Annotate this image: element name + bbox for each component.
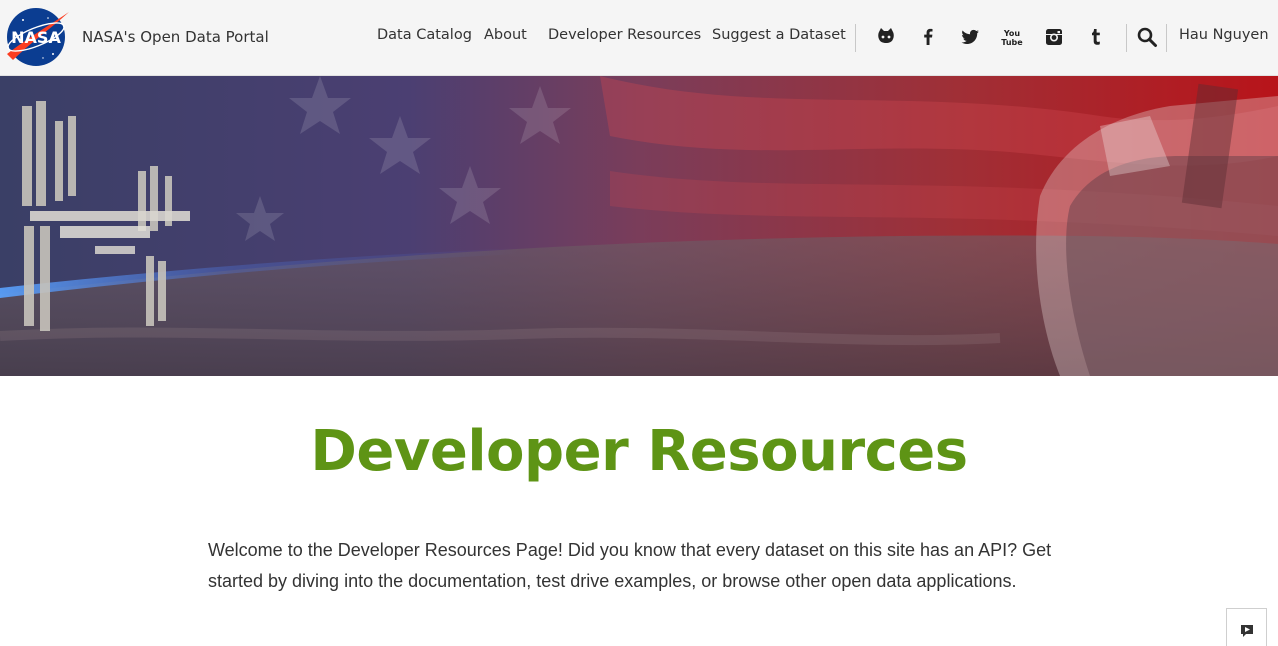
site-title[interactable]: NASA's Open Data Portal — [82, 28, 269, 46]
tumblr-icon[interactable] — [1085, 26, 1107, 48]
feedback-icon — [1241, 625, 1253, 637]
feedback-button[interactable] — [1226, 608, 1267, 646]
svg-text:You: You — [1003, 29, 1021, 38]
github-icon[interactable] — [875, 26, 897, 48]
search-icon[interactable] — [1136, 26, 1158, 48]
facebook-icon[interactable] — [917, 26, 939, 48]
top-navigation-bar: NASA NASA's Open Data Portal Data Catalo… — [0, 0, 1278, 76]
nasa-logo[interactable]: NASA — [3, 6, 71, 68]
user-menu[interactable]: Hau Nguyen — [1179, 27, 1269, 43]
nav-developer-resources[interactable]: Developer Resources — [548, 27, 701, 43]
youtube-icon[interactable]: You Tube — [1001, 26, 1023, 48]
instagram-icon[interactable] — [1043, 26, 1065, 48]
nav-data-catalog[interactable]: Data Catalog — [377, 27, 472, 43]
hero-banner-image — [0, 76, 1278, 376]
page-title: Developer Resources — [310, 419, 968, 484]
intro-paragraph: Welcome to the Developer Resources Page!… — [208, 540, 1052, 591]
user-divider — [1166, 24, 1167, 52]
svg-text:Tube: Tube — [1001, 38, 1023, 47]
search-divider — [1126, 24, 1127, 52]
nav-suggest-dataset[interactable]: Suggest a Dataset — [712, 27, 846, 43]
nav-divider — [855, 24, 856, 52]
nav-about[interactable]: About — [484, 27, 527, 43]
svg-text:NASA: NASA — [11, 28, 61, 47]
twitter-icon[interactable] — [959, 26, 981, 48]
